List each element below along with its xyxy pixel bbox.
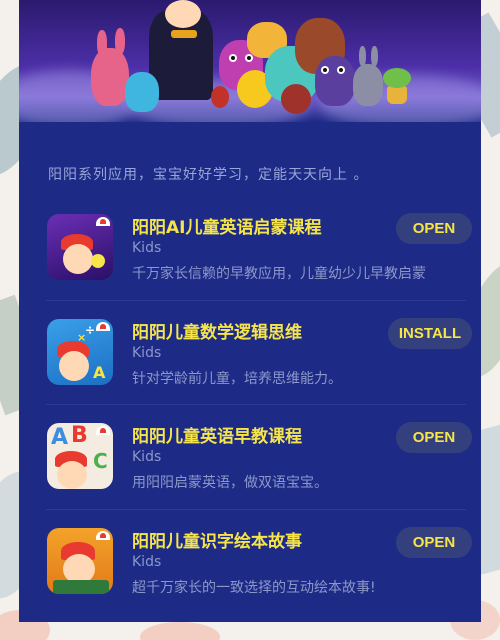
app-title: 阳阳AI儿童英语启蒙课程 bbox=[132, 218, 322, 238]
app-title: 阳阳儿童数学逻辑思维 bbox=[132, 322, 302, 343]
app-description: 超千万家长的一致选择的互动绘本故事! bbox=[132, 579, 376, 596]
series-tagline: 阳阳系列应用，宝宝好好学习，定能天天向上 。 bbox=[48, 167, 369, 183]
app-list-item[interactable]: A B C 阳阳儿童英语早教课程 Kids 用阳阳启蒙英语，做双语宝宝。 OPE… bbox=[46, 405, 472, 510]
open-button[interactable]: OPEN bbox=[396, 213, 472, 244]
ai-english-app-icon[interactable] bbox=[47, 214, 113, 280]
picture-book-app-icon[interactable] bbox=[47, 527, 113, 594]
app-description: 千万家长信赖的早教应用，儿童幼少儿早教启蒙 bbox=[132, 266, 426, 282]
pink-rabbit-character bbox=[91, 48, 129, 106]
characters-banner bbox=[19, 0, 481, 122]
red-bird-character bbox=[211, 86, 229, 108]
abc-english-app-icon[interactable]: A B C bbox=[47, 423, 113, 489]
app-list-item[interactable]: 阳阳AI儿童英语启蒙课程 Kids 千万家长信赖的早教应用，儿童幼少儿早教启蒙 … bbox=[46, 196, 472, 301]
grey-rabbit-character bbox=[353, 64, 383, 106]
red-owl-character bbox=[281, 84, 311, 114]
app-list-item[interactable]: 阳阳儿童识字绘本故事 Kids 超千万家长的一致选择的互动绘本故事! OPEN bbox=[46, 510, 472, 615]
app-category: Kids bbox=[132, 344, 162, 361]
install-button[interactable]: INSTALL bbox=[388, 317, 472, 349]
app-description: 用阳阳启蒙英语，做双语宝宝。 bbox=[132, 475, 328, 491]
blue-monster-character bbox=[125, 72, 159, 112]
app-title: 阳阳儿童英语早教课程 bbox=[132, 427, 302, 447]
app-list: 阳阳AI儿童英语启蒙课程 Kids 千万家长信赖的早教应用，儿童幼少儿早教启蒙 … bbox=[46, 196, 472, 615]
purple-owl-character bbox=[315, 56, 355, 106]
app-category: Kids bbox=[132, 449, 162, 465]
app-description: 针对学龄前儿童，培养思维能力。 bbox=[132, 370, 342, 387]
open-button[interactable]: OPEN bbox=[396, 422, 472, 453]
app-list-item[interactable]: ÷ × A 阳阳儿童数学逻辑思维 Kids 针对学龄前儿童，培养思维能力。 IN… bbox=[46, 301, 472, 405]
app-promo-panel: 阳阳系列应用，宝宝好好学习，定能天天向上 。 阳阳AI儿童英语启蒙课程 Kids… bbox=[19, 0, 481, 622]
app-category: Kids bbox=[132, 240, 162, 256]
flower-pot-decoration bbox=[387, 86, 407, 104]
app-title: 阳阳儿童识字绘本故事 bbox=[132, 531, 302, 552]
math-logic-app-icon[interactable]: ÷ × A bbox=[47, 318, 113, 385]
open-button[interactable]: OPEN bbox=[396, 526, 472, 558]
app-category: Kids bbox=[132, 553, 162, 570]
